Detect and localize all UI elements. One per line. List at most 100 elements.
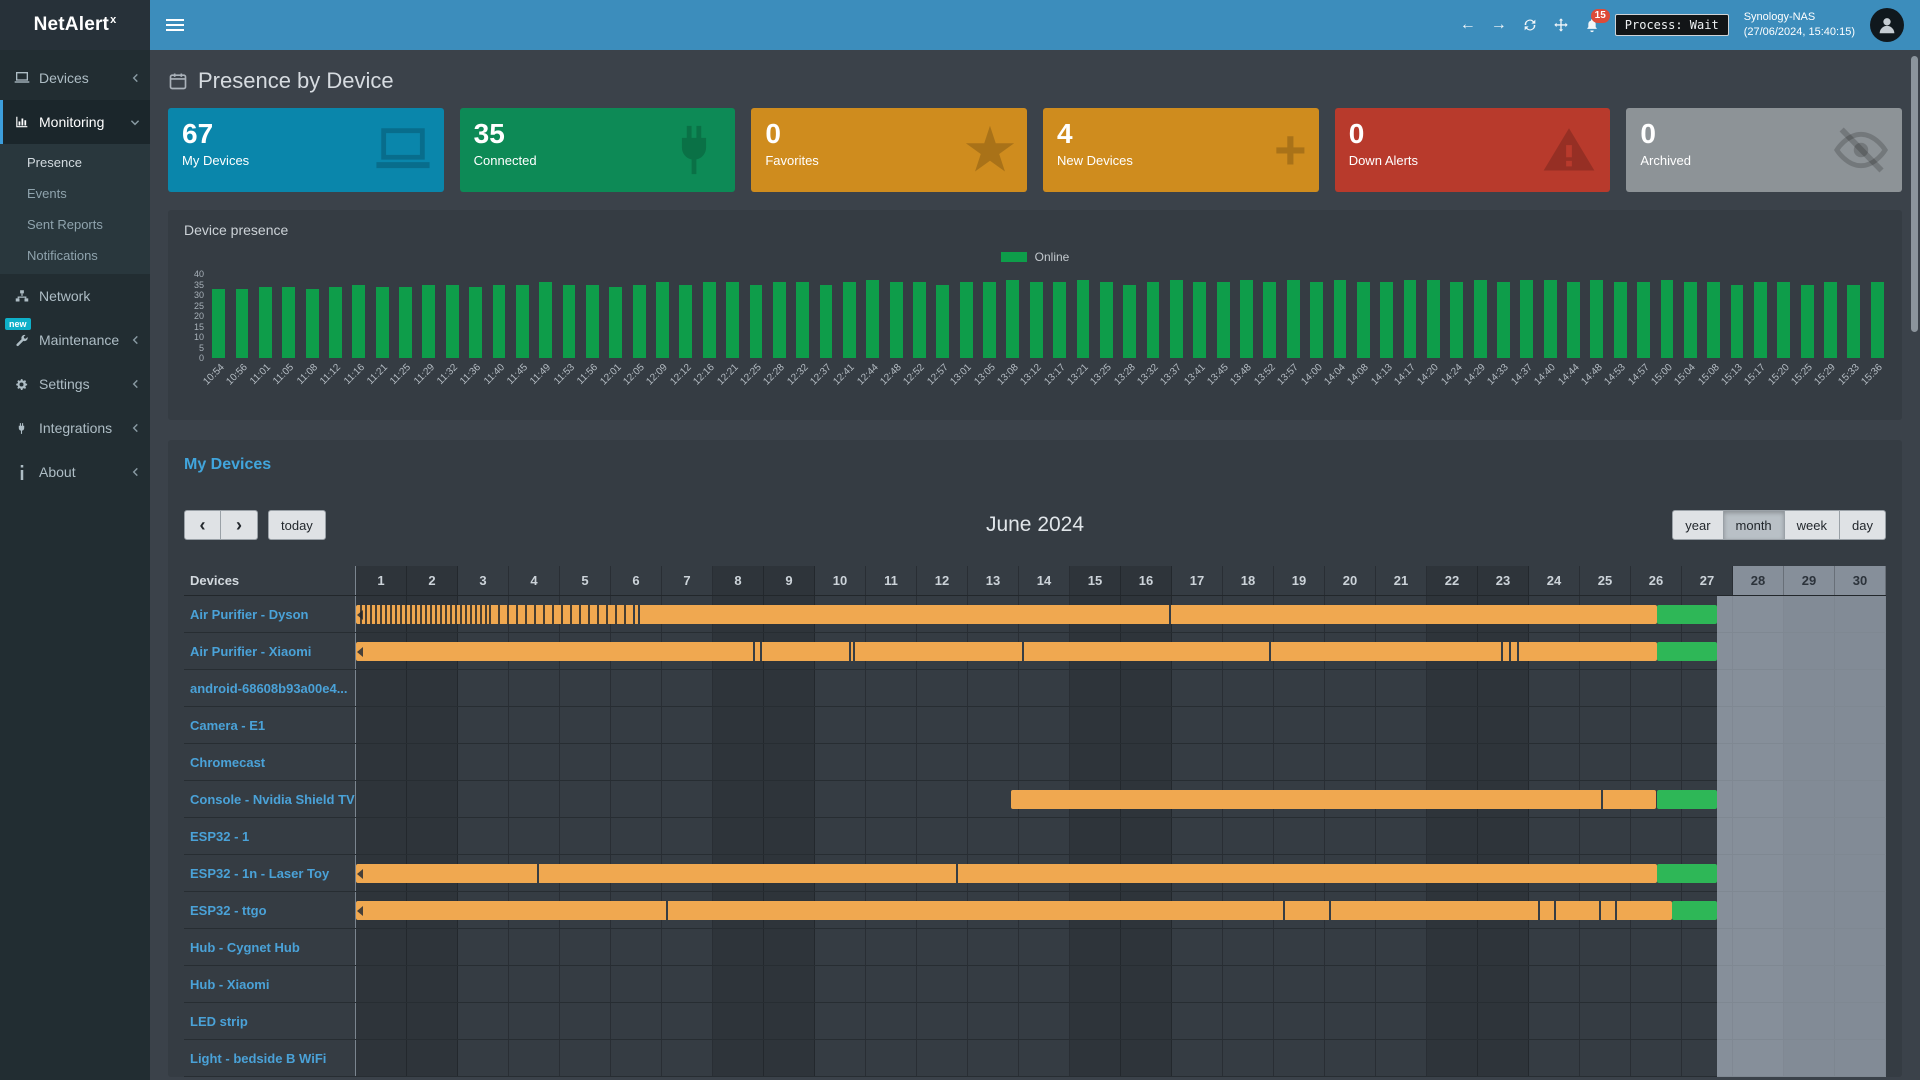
chart-bar: 11:12 — [327, 274, 344, 358]
day-cell — [764, 966, 815, 1002]
sidebar-item-integrations[interactable]: Integrations — [0, 406, 150, 450]
day-cell — [1325, 818, 1376, 854]
chart-bar: 11:01 — [257, 274, 274, 358]
sidebar-item-presence[interactable]: Presence — [0, 147, 150, 178]
day-cell — [968, 744, 1019, 780]
device-link[interactable]: Camera - E1 — [184, 707, 356, 743]
device-link[interactable]: Console - Nvidia Shield TV — [184, 781, 356, 817]
stat-card-new-devices[interactable]: 4 New Devices + — [1043, 108, 1319, 192]
presence-bar-green[interactable] — [1657, 605, 1718, 624]
device-row: Camera - E1 — [184, 707, 1886, 744]
device-link[interactable]: Hub - Cygnet Hub — [184, 929, 356, 965]
chart-bar: 14:20 — [1425, 274, 1442, 358]
calendar-next-button[interactable]: › — [221, 510, 258, 540]
device-link[interactable]: ESP32 - 1n - Laser Toy — [184, 855, 356, 891]
stat-card-my-devices[interactable]: 67 My Devices — [168, 108, 444, 192]
sidebar-item-settings[interactable]: Settings — [0, 362, 150, 406]
day-cell — [1121, 670, 1172, 706]
chart-bar: 13:08 — [1004, 274, 1021, 358]
my-devices-panel: My Devices ‹ › today June 2024 yearmonth… — [168, 440, 1902, 1077]
chart-x-label: 11:29 — [412, 362, 437, 387]
sidebar-item-events[interactable]: Events — [0, 178, 150, 209]
stat-card-favorites[interactable]: 0 Favorites ★ — [751, 108, 1027, 192]
device-link[interactable]: Light - bedside B WiFi — [184, 1040, 356, 1076]
stat-card-archived[interactable]: 0 Archived — [1626, 108, 1902, 192]
chart-bar: 15:25 — [1798, 274, 1815, 358]
device-link[interactable]: Air Purifier - Xiaomi — [184, 633, 356, 669]
presence-bar-orange[interactable] — [356, 901, 1672, 920]
day-cell — [764, 670, 815, 706]
vertical-scrollbar-thumb[interactable] — [1911, 56, 1918, 332]
disconnect-tick — [537, 864, 539, 883]
forward-arrow-icon[interactable]: → — [1491, 16, 1507, 34]
day-cell — [1274, 1003, 1325, 1039]
presence-bar-orange[interactable] — [356, 642, 1657, 661]
sidebar-item-monitoring[interactable]: Monitoring — [0, 100, 150, 144]
day-cell — [1121, 818, 1172, 854]
calendar-today-button[interactable]: today — [268, 510, 326, 540]
day-cell — [509, 929, 560, 965]
calendar-prev-button[interactable]: ‹ — [184, 510, 221, 540]
notifications-bell-icon[interactable]: 15 — [1584, 17, 1600, 34]
device-link[interactable]: Hub - Xiaomi — [184, 966, 356, 1002]
device-presence-panel: Device presence Online 4035302520151050 … — [168, 210, 1902, 420]
chart-x-label: 12:57 — [925, 362, 950, 387]
presence-bar-green[interactable] — [1657, 864, 1718, 883]
chart-x-label: 13:01 — [948, 362, 973, 387]
day-cell — [968, 707, 1019, 743]
calendar-view-month[interactable]: month — [1724, 510, 1785, 540]
stat-card-connected[interactable]: 35 Connected — [460, 108, 736, 192]
stat-card-down-alerts[interactable]: 0 Down Alerts — [1335, 108, 1611, 192]
day-header: 2 — [407, 566, 458, 595]
refresh-icon[interactable] — [1522, 17, 1538, 33]
disconnect-tick — [666, 901, 668, 920]
back-arrow-icon[interactable]: ← — [1460, 16, 1476, 34]
presence-bar-green[interactable] — [1657, 642, 1718, 661]
day-cell — [1223, 670, 1274, 706]
day-cell — [1580, 670, 1631, 706]
sidebar-toggle-icon[interactable] — [166, 17, 184, 33]
calendar-view-year[interactable]: year — [1672, 510, 1723, 540]
presence-bar-green[interactable] — [1672, 901, 1717, 920]
presence-bar-orange[interactable] — [1011, 790, 1656, 809]
chart-y-label: 40 — [194, 269, 204, 279]
chart-x-label: 13:57 — [1276, 362, 1301, 387]
device-link[interactable]: LED strip — [184, 1003, 356, 1039]
device-link[interactable]: android-68608b93a00e4... — [184, 670, 356, 706]
presence-bar-green[interactable] — [1657, 790, 1718, 809]
sidebar-item-about[interactable]: About — [0, 450, 150, 494]
disconnect-tick — [849, 642, 851, 661]
section-title: My Devices — [184, 452, 1886, 474]
gear-icon — [13, 377, 30, 392]
calendar-view-day[interactable]: day — [1840, 510, 1886, 540]
day-cell — [611, 929, 662, 965]
move-icon[interactable] — [1553, 17, 1569, 33]
sidebar-item-notifications[interactable]: Notifications — [0, 240, 150, 271]
presence-bar-orange[interactable] — [356, 864, 1657, 883]
chart-x-label: 13:45 — [1205, 362, 1230, 387]
user-avatar[interactable] — [1870, 8, 1904, 42]
chart-bar: 14:40 — [1541, 274, 1558, 358]
app-logo[interactable]: NetAlertx — [0, 0, 150, 50]
day-cell — [1223, 1003, 1274, 1039]
chart-x-label: 13:25 — [1089, 362, 1114, 387]
chart-bar: 12:44 — [864, 274, 881, 358]
device-row: Light - bedside B WiFi — [184, 1040, 1886, 1077]
sidebar-item-sent-reports[interactable]: Sent Reports — [0, 209, 150, 240]
day-cell — [407, 781, 458, 817]
day-cell — [662, 1003, 713, 1039]
device-link[interactable]: Chromecast — [184, 744, 356, 780]
day-cell — [356, 670, 407, 706]
device-link[interactable]: ESP32 - 1 — [184, 818, 356, 854]
day-cell — [1070, 818, 1121, 854]
sidebar-item-devices[interactable]: Devices — [0, 56, 150, 100]
chart-bar: 11:32 — [444, 274, 461, 358]
plug-icon — [13, 421, 30, 436]
device-link[interactable]: ESP32 - ttgo — [184, 892, 356, 928]
sidebar-item-maintenance[interactable]: new Maintenance — [0, 318, 150, 362]
device-link[interactable]: Air Purifier - Dyson — [184, 596, 356, 632]
calendar-view-week[interactable]: week — [1785, 510, 1840, 540]
sidebar-item-network[interactable]: Network — [0, 274, 150, 318]
eye-slash-icon — [1832, 121, 1890, 179]
chart-y-label: 30 — [194, 290, 204, 300]
